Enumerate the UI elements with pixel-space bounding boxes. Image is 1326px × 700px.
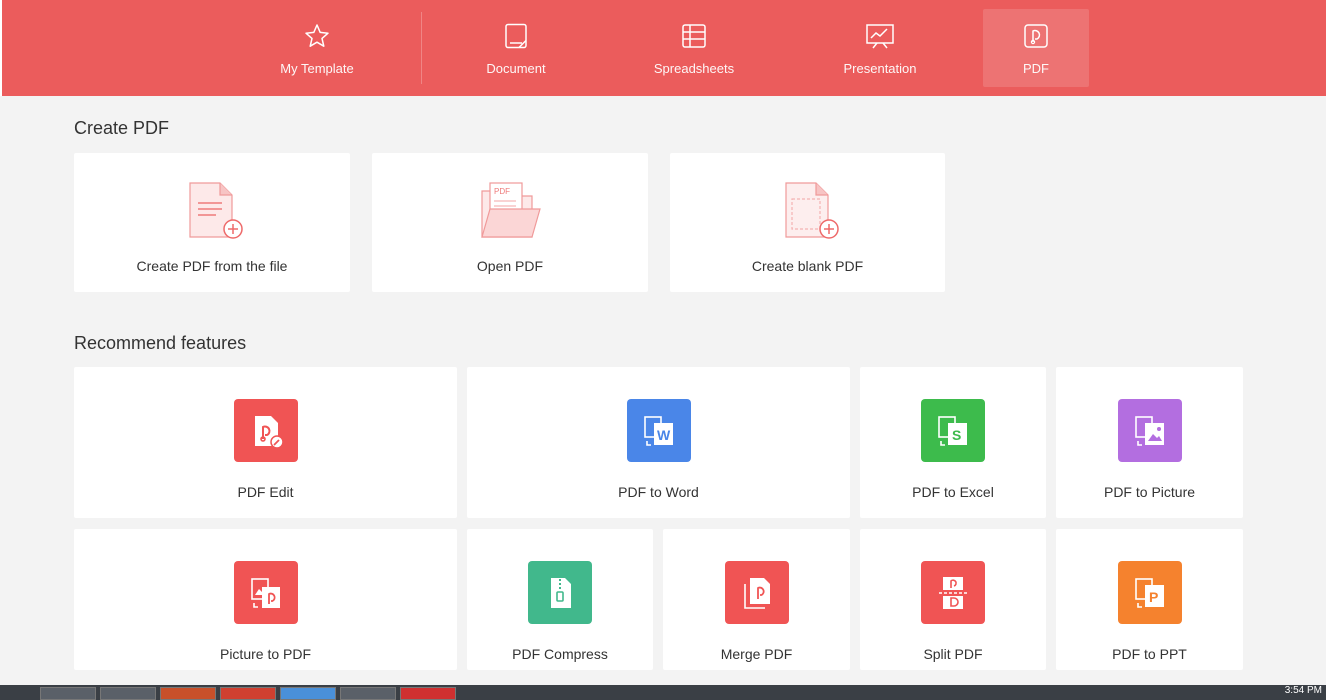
feature-label: PDF Edit xyxy=(237,484,294,500)
feature-label: PDF to Picture xyxy=(1103,484,1196,500)
taskbar-app-button[interactable] xyxy=(400,687,456,700)
blank-page-add-icon xyxy=(776,181,840,241)
split-pdf-card[interactable]: Split PDF xyxy=(860,529,1046,670)
taskbar-app-button[interactable] xyxy=(100,687,156,700)
feature-label: PDF to Word xyxy=(618,484,699,500)
pdf-to-excel-card[interactable]: S PDF to Excel xyxy=(860,367,1046,518)
split-pdf-icon xyxy=(921,561,985,624)
pdf-to-picture-card[interactable]: PDF to Picture xyxy=(1056,367,1243,518)
tab-label: PDF xyxy=(1023,61,1049,76)
presentation-icon xyxy=(865,21,895,51)
card-label: Create PDF from the file xyxy=(136,258,288,274)
pdf-to-excel-icon: S xyxy=(921,399,985,462)
pdf-to-ppt-card[interactable]: P PDF to PPT xyxy=(1056,529,1243,670)
tab-presentation[interactable]: Presentation xyxy=(825,9,935,87)
tab-label: Document xyxy=(486,61,546,76)
merge-pdf-icon xyxy=(724,561,789,624)
open-folder-icon: PDF xyxy=(478,181,542,241)
svg-text:S: S xyxy=(952,427,961,443)
create-pdf-heading: Create PDF xyxy=(74,118,170,138)
tab-label: Presentation xyxy=(843,61,917,76)
picture-to-pdf-icon xyxy=(233,561,298,624)
pdf-compress-icon xyxy=(528,561,592,624)
taskbar-app-button[interactable] xyxy=(160,687,216,700)
pdf-to-ppt-icon: P xyxy=(1117,561,1182,624)
recommend-features-heading: Recommend features xyxy=(74,333,247,353)
taskbar-app-button[interactable] xyxy=(280,687,336,700)
pdf-edit-icon xyxy=(233,399,298,462)
picture-to-pdf-card[interactable]: Picture to PDF xyxy=(74,529,457,670)
svg-text:P: P xyxy=(1149,589,1158,605)
system-clock[interactable]: 3:54 PM xyxy=(1285,685,1322,696)
star-icon xyxy=(302,21,332,51)
spreadsheet-icon xyxy=(679,21,709,51)
svg-text:W: W xyxy=(657,427,671,443)
svg-text:PDF: PDF xyxy=(494,187,510,196)
taskbar-app-button[interactable] xyxy=(220,687,276,700)
pdf-icon xyxy=(1021,21,1051,51)
create-pdf-from-file-card[interactable]: Create PDF from the file xyxy=(74,153,350,292)
pdf-to-word-card[interactable]: W PDF to Word xyxy=(467,367,850,518)
taskbar-app-button[interactable] xyxy=(40,687,96,700)
pdf-compress-card[interactable]: PDF Compress xyxy=(467,529,653,670)
tab-my-template[interactable]: My Template xyxy=(262,9,372,87)
merge-pdf-card[interactable]: Merge PDF xyxy=(663,529,850,670)
left-border xyxy=(0,0,2,96)
tab-spreadsheets[interactable]: Spreadsheets xyxy=(639,9,749,87)
card-label: Create blank PDF xyxy=(751,258,864,274)
create-blank-pdf-card[interactable]: Create blank PDF xyxy=(670,153,945,292)
windows-taskbar: 3:54 PM xyxy=(0,685,1326,700)
document-icon xyxy=(501,21,531,51)
tab-document[interactable]: Document xyxy=(461,9,571,87)
tab-divider xyxy=(421,12,422,84)
feature-label: PDF to Excel xyxy=(912,484,994,500)
feature-label: PDF Compress xyxy=(512,646,608,662)
tab-label: Spreadsheets xyxy=(653,61,735,76)
tab-label: My Template xyxy=(280,61,354,76)
card-label: Open PDF xyxy=(476,258,544,274)
pdf-edit-card[interactable]: PDF Edit xyxy=(74,367,457,518)
feature-label: Split PDF xyxy=(923,646,983,662)
feature-label: PDF to PPT xyxy=(1112,646,1187,662)
file-add-icon xyxy=(180,181,244,241)
feature-label: Picture to PDF xyxy=(219,646,312,662)
taskbar-app-button[interactable] xyxy=(340,687,396,700)
open-pdf-card[interactable]: PDF Open PDF xyxy=(372,153,648,292)
pdf-to-word-icon: W xyxy=(626,399,691,462)
feature-label: Merge PDF xyxy=(720,646,793,662)
top-tab-bar: My Template Document Spreadsheets Presen… xyxy=(0,0,1326,96)
pdf-to-picture-icon xyxy=(1117,399,1182,462)
tab-pdf[interactable]: PDF xyxy=(983,9,1089,87)
